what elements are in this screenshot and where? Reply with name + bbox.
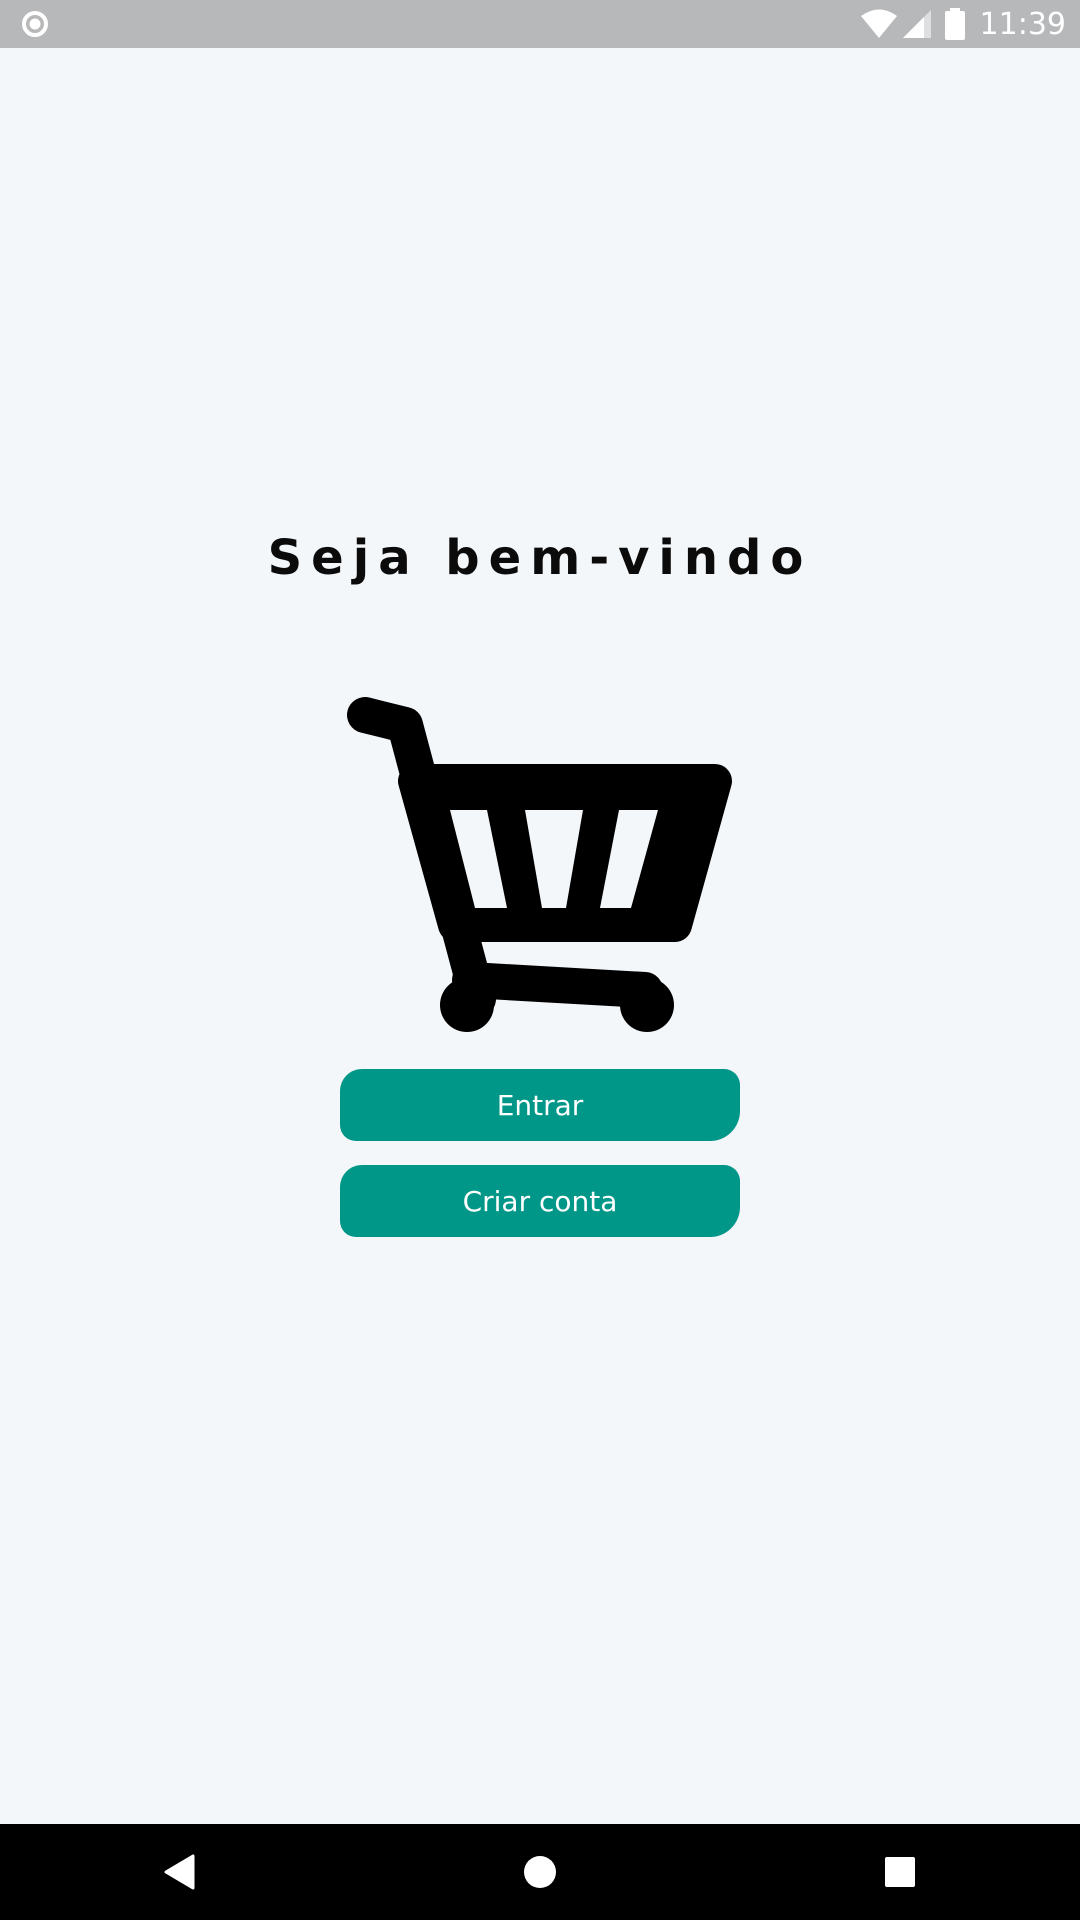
home-icon xyxy=(524,1856,556,1888)
shopping-cart-icon xyxy=(347,697,732,1032)
status-time: 11:39 xyxy=(979,6,1066,42)
status-icons: 11:39 xyxy=(860,0,1066,48)
recent-apps-icon xyxy=(885,1857,915,1887)
status-bar: 11:39 xyxy=(0,0,1080,48)
page-title: Seja bem-vindo xyxy=(267,530,813,586)
create-account-button[interactable]: Criar conta xyxy=(340,1165,740,1237)
signal-icon xyxy=(902,10,931,38)
welcome-screen: Seja bem-vindo Entrar Criar conta xyxy=(0,48,1080,1824)
back-icon xyxy=(164,1854,195,1890)
wifi-icon xyxy=(860,9,897,38)
nav-back-button[interactable] xyxy=(120,1824,240,1920)
battery-icon xyxy=(944,8,965,40)
nav-home-button[interactable] xyxy=(480,1824,600,1920)
navigation-bar xyxy=(0,1824,1080,1920)
nav-recent-apps-button[interactable] xyxy=(840,1824,960,1920)
notification-circle-icon xyxy=(22,11,48,37)
login-button[interactable]: Entrar xyxy=(340,1069,740,1141)
